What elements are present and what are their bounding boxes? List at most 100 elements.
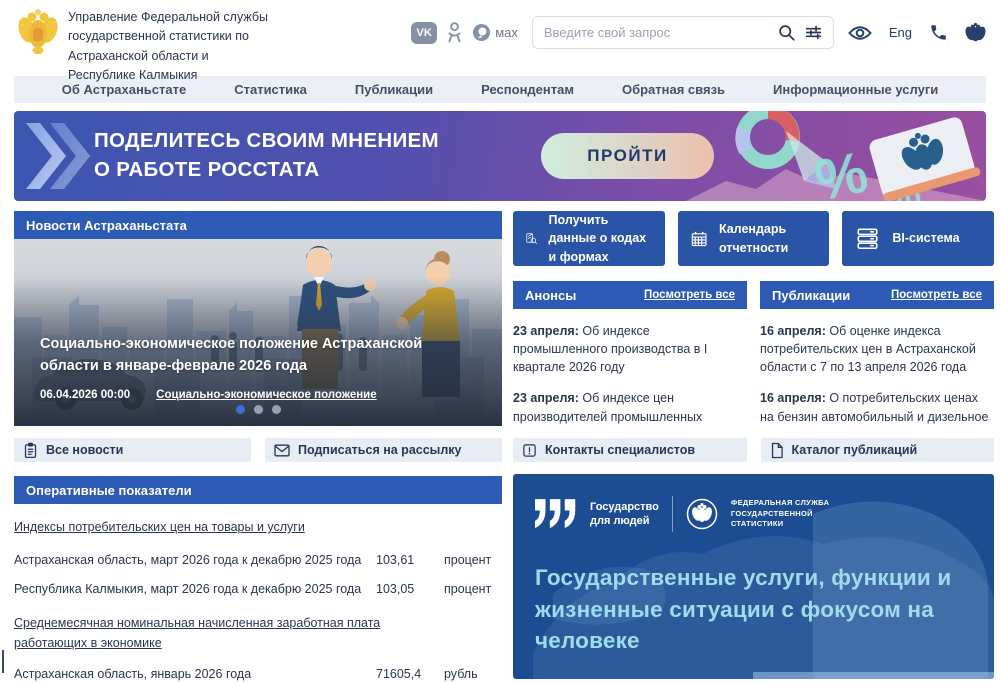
nav-item-about[interactable]: Об Астраханьстате [62,82,186,97]
carousel-dots [14,405,502,414]
nav-item-respondents[interactable]: Респондентам [481,82,574,97]
slide-meta: 06.04.2026 00:00 Социально-экономическое… [40,389,377,401]
carousel-dot[interactable] [236,405,245,414]
carousel-dot[interactable] [254,405,263,414]
vk-icon[interactable]: VK [411,22,437,44]
max-icon [472,23,491,42]
max-link[interactable]: мах [472,23,518,42]
chevron-right-icon [24,111,90,201]
announcements-view-all-link[interactable]: Посмотреть все [644,289,735,301]
news-carousel[interactable]: Социально-экономическое положение Астрах… [14,239,502,426]
bi-system-label: BI-система [892,229,959,247]
indicator-value: 103,61 [376,553,444,567]
quick-links: Получить данные о кодах и формах Календа… [513,211,994,266]
specialist-contacts-button[interactable]: Контакты специалистов [513,438,747,462]
language-toggle[interactable]: Eng [889,25,912,40]
header-actions: VK мах [411,8,986,49]
gov-program-logo-text: Государство для людей [590,500,659,529]
indicator-row: Астраханская область, март 2026 года к д… [14,553,502,567]
mail-icon [274,444,290,457]
bi-icon [854,227,881,251]
report-calendar-button[interactable]: Календарь отчетности [678,211,830,266]
indicator-label: Астраханская область, март 2026 года к д… [14,553,376,567]
rosstat-homepage: Управление Федеральной службы государств… [0,0,1000,683]
announcements-feed: Анонсы Посмотреть все 23 апреля: Об инде… [513,281,747,426]
all-news-label: Все новости [46,443,123,457]
contacts-icon [522,443,537,458]
filter-icon[interactable] [805,24,822,41]
slide-date: 06.04.2026 00:00 [40,389,130,401]
indicator-value: 71605,4 [376,667,444,681]
gov-banner-logos: Государство для людей Федеральная с [535,496,841,532]
announcements-header: Анонсы Посмотреть все [513,281,747,309]
subscribe-button[interactable]: Подписаться на рассылку [265,438,502,462]
indicator-row: Республика Калмыкия, март 2026 года к де… [14,582,502,596]
org-name: Управление Федеральной службы государств… [68,8,268,86]
search-input[interactable] [544,25,768,40]
all-news-button[interactable]: Все новости [14,438,251,462]
logo-divider [672,496,673,532]
right-action-row: Контакты специалистов Каталог публикаций [513,438,994,462]
nav-item-statistics[interactable]: Статистика [234,82,307,97]
max-label: мах [495,25,518,40]
slide-title[interactable]: Социально-экономическое положение Астрах… [40,333,480,378]
ok-icon[interactable] [446,21,463,45]
news-card: Новости Астраханьстата [14,211,502,426]
specialist-contacts-label: Контакты специалистов [545,443,695,457]
indicator-unit: процент [444,582,502,596]
indicator-group-link[interactable]: Индексы потребительских цен на товары и … [14,517,305,538]
rosstat-emblem-icon [18,8,58,56]
site-brand[interactable]: Управление Федеральной службы государств… [18,8,268,86]
calendar-icon [690,226,708,252]
news-title: Новости Астраханьстата [26,218,187,233]
publication-item[interactable]: 16 апреля: Об оценке индекса потребитель… [760,322,994,376]
publications-header: Публикации Посмотреть все [760,281,994,309]
utility-icons: Eng [848,22,986,43]
rosstat-logo-text: Федеральная служба государственной стати… [731,498,841,530]
indicator-label: Республика Калмыкия, март 2026 года к де… [14,582,376,596]
news-header: Новости Астраханьстата [14,211,502,239]
publications-title: Публикации [772,288,850,303]
publications-catalog-button[interactable]: Каталог публикаций [761,438,995,462]
indicator-value: 103,05 [376,582,444,596]
phone-icon[interactable] [929,23,948,42]
rosstat-eagle-icon [686,498,718,530]
report-calendar-label: Календарь отчетности [719,220,817,256]
news-icon [23,442,38,459]
announcement-item[interactable]: 23 апреля: Об индексе цен производителей… [513,389,747,426]
nav-item-publications[interactable]: Публикации [355,82,433,97]
left-action-row: Все новости Подписаться на рассылку [14,438,502,462]
eye-icon[interactable] [848,25,872,41]
social-links: VK мах [411,21,518,45]
indicator-row: Астраханская область, январь 2026 года 7… [14,667,502,681]
search-icon[interactable] [778,24,795,41]
indicator-group-link[interactable]: Среднемесячная номинальная начисленная з… [14,613,434,654]
survey-banner[interactable]: ПОДЕЛИТЕСЬ СВОИМ МНЕНИЕМ О РАБОТЕ РОССТА… [14,111,986,201]
indicator-unit: рубль [444,667,502,681]
indicator-label: Астраханская область, январь 2026 года [14,667,376,681]
catalog-icon [770,442,784,459]
nav-item-services[interactable]: Информационные услуги [773,82,938,97]
indicators-card: Оперативные показатели Индексы потребите… [14,476,502,683]
government-banner[interactable]: Государство для людей Федеральная с [513,474,994,679]
slide-category-link[interactable]: Социально-экономическое положение [156,389,376,401]
get-codes-button[interactable]: Получить данные о кодах и формах [513,211,665,266]
survey-banner-title: ПОДЕЛИТЕСЬ СВОИМ МНЕНИЕМ О РАБОТЕ РОССТА… [94,127,439,184]
carousel-dot[interactable] [272,405,281,414]
publications-view-all-link[interactable]: Посмотреть все [891,289,982,301]
indicators-header: Оперативные показатели [14,476,502,504]
publications-feed: Публикации Посмотреть все 16 апреля: Об … [760,281,994,426]
subscribe-label: Подписаться на рассылку [298,443,462,457]
search-box [532,16,834,49]
top-header: Управление Федеральной службы государств… [0,0,1000,76]
codes-icon [525,225,538,252]
feeds: Анонсы Посмотреть все 23 апреля: Об инде… [513,281,994,426]
publication-item[interactable]: 16 апреля: О потребительских ценах на бе… [760,389,994,426]
right-column: Получить данные о кодах и формах Календа… [513,211,994,683]
left-column: Новости Астраханьстата [14,211,502,683]
eagle-icon[interactable] [965,22,986,43]
get-codes-label: Получить данные о кодах и формах [549,211,653,265]
bi-system-button[interactable]: BI-система [842,211,994,266]
announcement-item[interactable]: 23 апреля: Об индексе промышленного прои… [513,322,747,376]
nav-item-feedback[interactable]: Обратная связь [622,82,725,97]
